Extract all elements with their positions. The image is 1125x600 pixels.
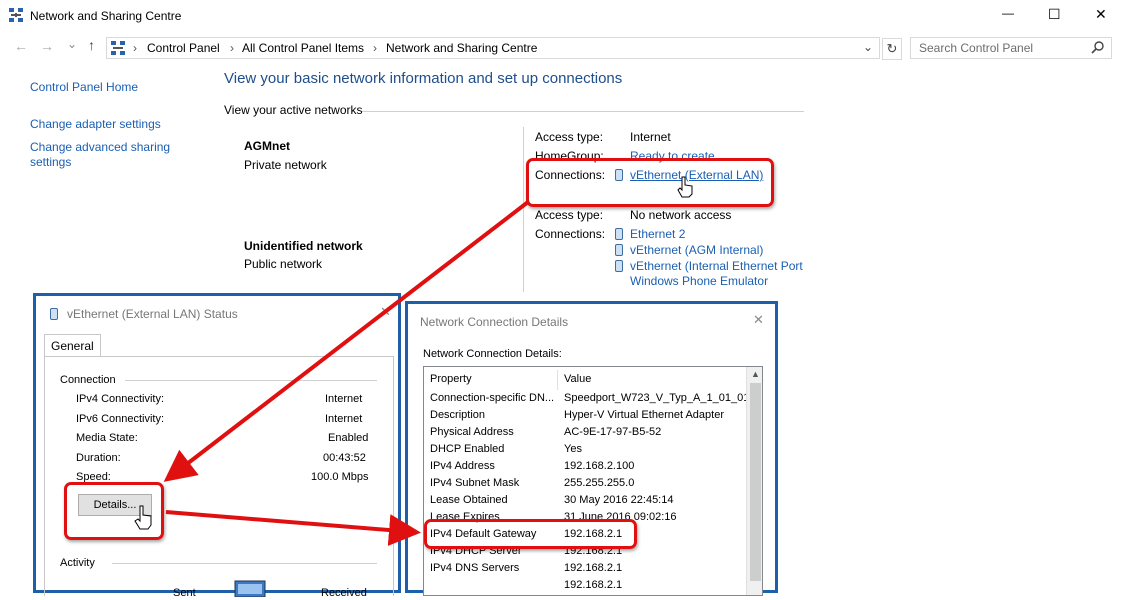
arrow-to-details — [163, 200, 530, 482]
arrow-to-gateway — [165, 510, 421, 547]
annotation-arrows — [163, 200, 530, 547]
